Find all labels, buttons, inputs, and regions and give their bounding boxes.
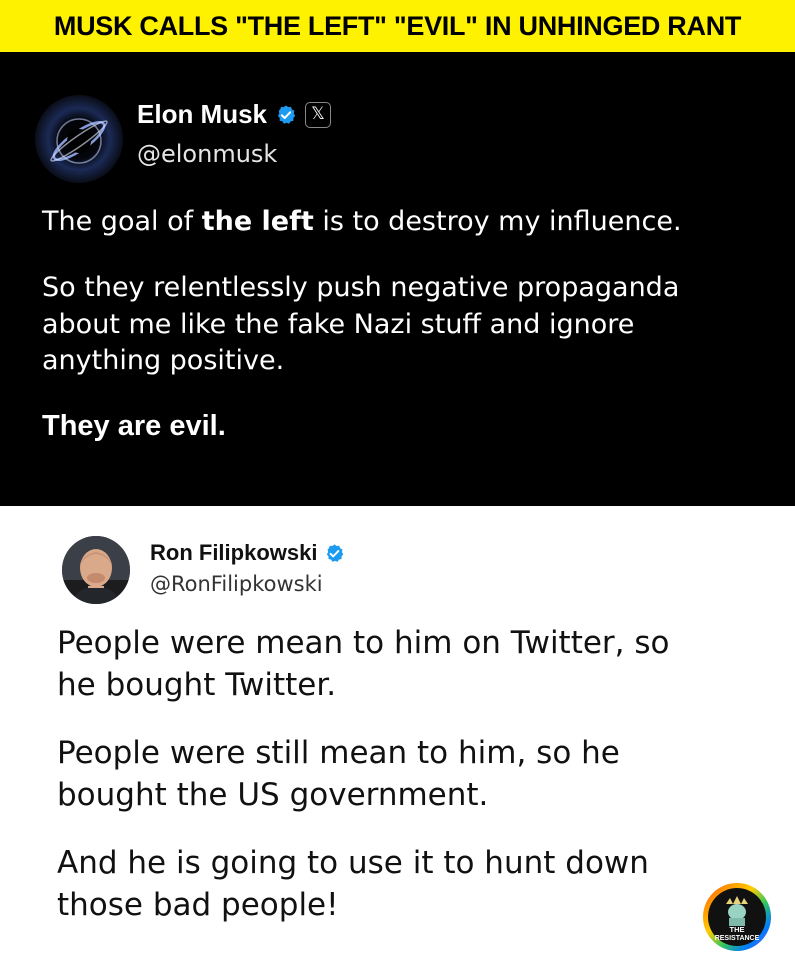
text-span: The goal of <box>42 206 202 237</box>
tweet-paragraph-2-line-1: People were still mean to him, so he <box>57 735 620 771</box>
ron-filipkowski-avatar[interactable] <box>62 536 130 604</box>
verified-badge-icon <box>277 104 296 124</box>
headline-text: MUSK CALLS "THE LEFT" "EVIL" IN UNHINGED… <box>53 10 742 41</box>
x-logo-icon: 𝕏 <box>305 101 332 128</box>
tweet-paragraph-1-line-2: he bought Twitter. <box>57 667 337 703</box>
tweet-paragraph-1-line-1: People were mean to him on Twitter, so <box>57 625 670 661</box>
author-name[interactable]: Ron Filipkowski <box>150 540 317 566</box>
tweet-paragraph-3-line-1: And he is going to use it to hunt down <box>57 845 649 881</box>
logo-line-2: RESISTANCE <box>715 935 760 942</box>
tweet-paragraph-3: They are evil. <box>42 410 226 442</box>
tweet-paragraph-2-line-2: about me like the fake Nazi stuff and ig… <box>42 309 635 340</box>
elon-musk-avatar[interactable] <box>35 95 123 183</box>
tweet-paragraph-2-line-2: bought the US government. <box>57 777 489 813</box>
author-name[interactable]: Elon Musk <box>137 99 267 130</box>
musk-tweet-card: Elon Musk 𝕏 @elonmusk The goal of the le… <box>0 52 795 506</box>
author-handle[interactable]: @RonFilipkowski <box>150 572 323 596</box>
the-resistance-logo: THE RESISTANCE <box>702 882 772 952</box>
tweet-paragraph-1: The goal of the left is to destroy my in… <box>42 204 682 240</box>
ron-tweet-card: Ron Filipkowski @RonFilipkowski People w… <box>0 506 795 960</box>
logo-line-1: THE <box>730 925 745 934</box>
musk-name-row: Elon Musk 𝕏 <box>137 99 332 130</box>
tweet-paragraph-2-line-3: anything positive. <box>42 345 285 376</box>
emphasis-text: the left <box>201 206 314 237</box>
tweet-paragraph-2-line-1: So they relentlessly push negative propa… <box>42 272 680 303</box>
tweet-paragraph-3-line-2: those bad people! <box>57 887 339 923</box>
text-span: is to destroy my influence. <box>313 206 682 237</box>
headline-banner: MUSK CALLS "THE LEFT" "EVIL" IN UNHINGED… <box>0 0 795 52</box>
author-handle[interactable]: @elonmusk <box>137 140 277 168</box>
ron-name-row: Ron Filipkowski <box>150 540 345 566</box>
verified-badge-icon <box>327 543 344 562</box>
